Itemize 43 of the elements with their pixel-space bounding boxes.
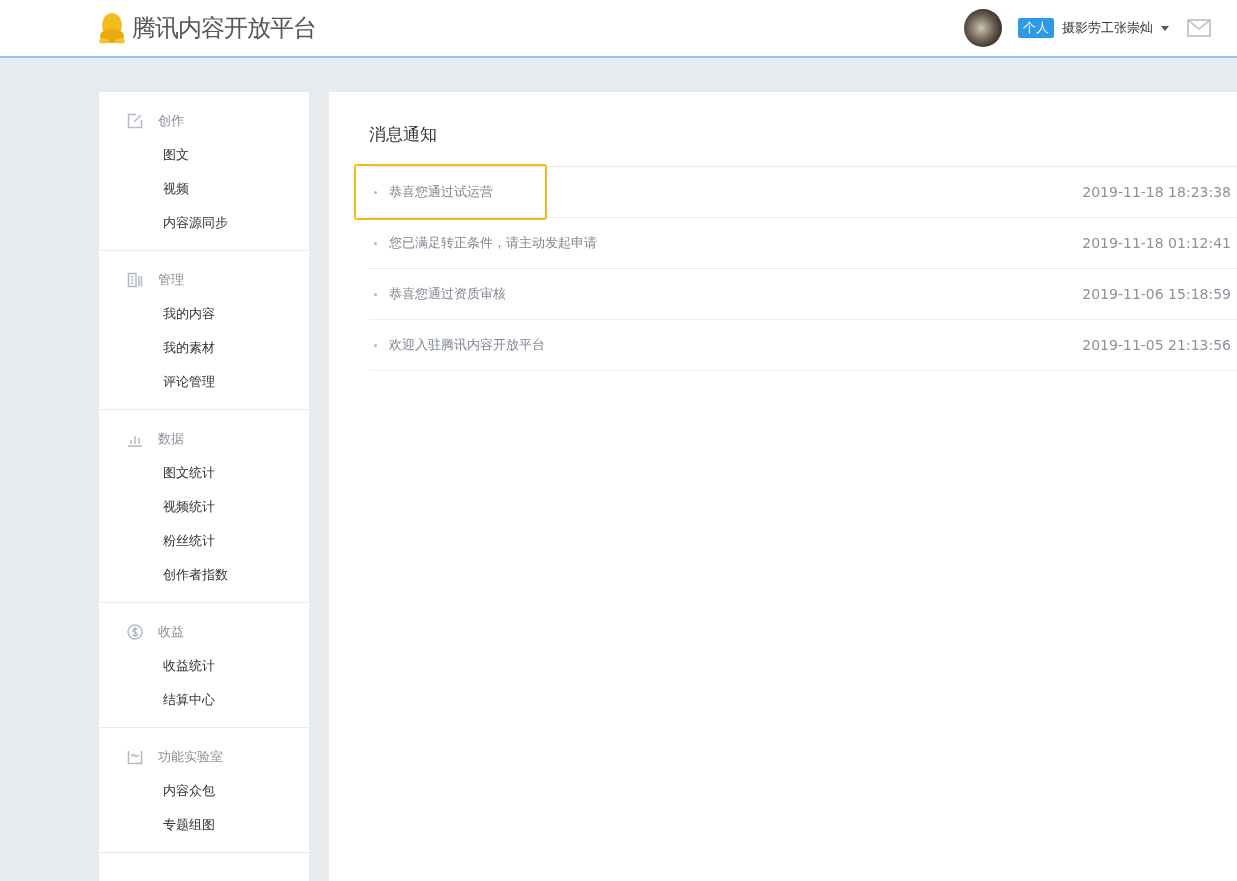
message-text[interactable]: 您已满足转正条件，请主动发起申请	[389, 234, 597, 252]
message-time: 2019-11-05 21:13:56	[1082, 337, 1231, 353]
avatar-icon[interactable]	[964, 9, 1002, 47]
sidebar-item[interactable]: 内容众包	[99, 774, 219, 808]
highlighted-message[interactable]: 恭喜您通过试运营	[354, 164, 547, 220]
bullet-icon	[374, 343, 377, 347]
sidebar-item[interactable]: 我的内容	[99, 297, 219, 331]
message-text[interactable]: 恭喜您通过试运营	[389, 183, 493, 201]
message-time: 2019-11-18 18:23:38	[1082, 184, 1231, 200]
menu-group-title: 功能实验室	[158, 748, 223, 766]
bullet-icon	[374, 241, 377, 245]
sidebar-item[interactable]: 创作者指数	[99, 558, 232, 592]
message-time: 2019-11-06 15:18:59	[1082, 286, 1231, 302]
menu-group-title: 数据	[158, 430, 184, 448]
logo-text[interactable]: 腾讯内容开放平台	[132, 12, 316, 44]
dollar-icon	[127, 624, 143, 640]
menu-group-title: 收益	[158, 623, 184, 641]
menu-group-title: 管理	[158, 271, 184, 289]
penguin-logo-icon	[98, 12, 126, 44]
document-icon	[127, 272, 143, 288]
sidebar-item[interactable]: 收益统计	[99, 649, 219, 683]
sidebar-item[interactable]: 图文统计	[99, 456, 219, 490]
sidebar-item[interactable]: 图文	[99, 138, 193, 172]
sidebar-item[interactable]: 我的素材	[99, 331, 219, 365]
bullet-icon	[374, 190, 377, 194]
sidebar-item[interactable]: 内容源同步	[99, 206, 232, 240]
sidebar-item[interactable]: 视频	[99, 172, 193, 206]
message-text[interactable]: 恭喜您通过资质审核	[389, 285, 506, 303]
sidebar-item[interactable]: 专题组图	[99, 808, 219, 842]
sidebar-item[interactable]: 粉丝统计	[99, 524, 219, 558]
sidebar-item[interactable]: 评论管理	[99, 365, 219, 399]
page-title: 消息通知	[369, 92, 1237, 167]
sidebar-item[interactable]: 结算中心	[99, 683, 219, 717]
menu-group-title: 创作	[158, 112, 184, 130]
sidebar-item[interactable]: 视频统计	[99, 490, 219, 524]
message-time: 2019-11-18 01:12:41	[1082, 235, 1231, 251]
caret-icon[interactable]	[1161, 25, 1169, 31]
username-text[interactable]: 摄影劳工张崇灿	[1062, 19, 1153, 37]
message-text[interactable]: 欢迎入驻腾讯内容开放平台	[389, 336, 545, 354]
bullet-icon	[374, 292, 377, 296]
edit-icon	[127, 113, 143, 129]
account-type-badge: 个人	[1018, 18, 1054, 38]
lab-icon	[127, 749, 143, 765]
